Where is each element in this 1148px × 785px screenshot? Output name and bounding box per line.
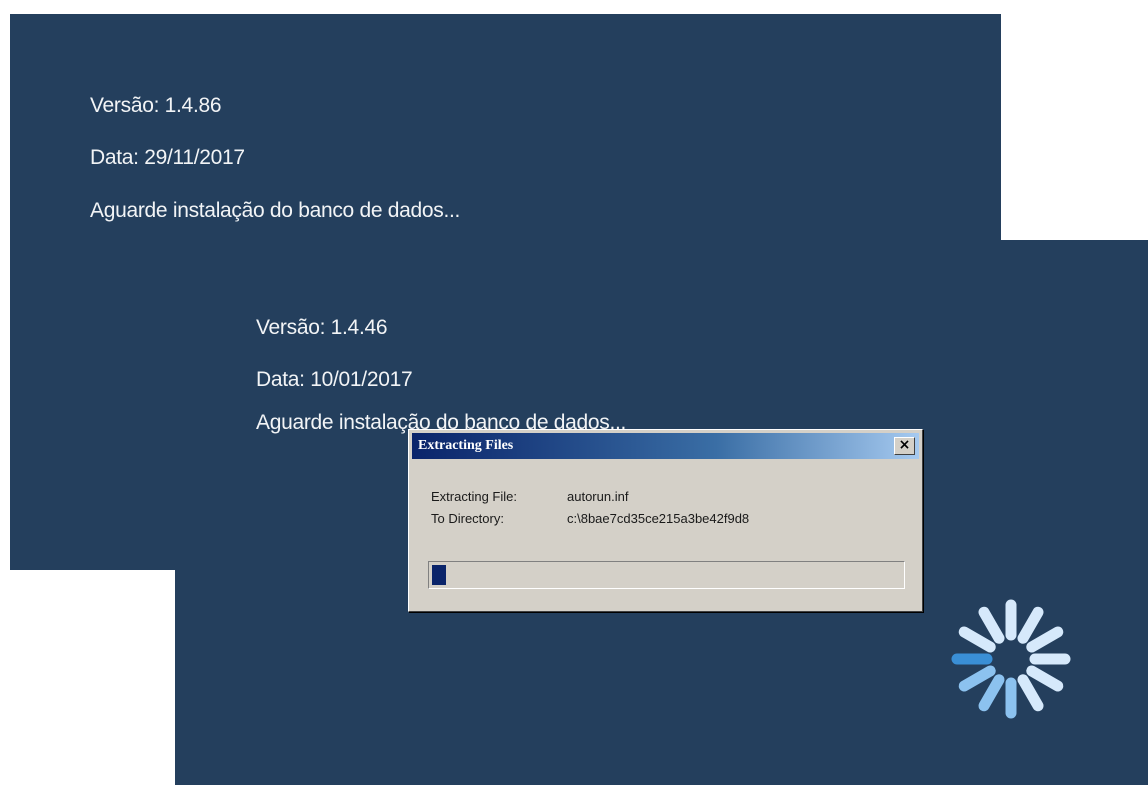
extraction-progress-bar bbox=[428, 561, 905, 589]
date-text: Data: 10/01/2017 bbox=[256, 368, 413, 391]
spinner-segment bbox=[1017, 606, 1044, 644]
spinner-segment bbox=[1017, 674, 1044, 712]
status-text: Aguarde instalação do banco de dados... bbox=[90, 199, 461, 222]
date-text: Data: 29/11/2017 bbox=[90, 146, 245, 169]
spinner-segment bbox=[978, 674, 1005, 712]
extracting-file-label: Extracting File: bbox=[431, 489, 517, 504]
spinner-segment bbox=[978, 606, 1005, 644]
version-text: Versão: 1.4.86 bbox=[90, 94, 222, 117]
spinner-segment bbox=[958, 626, 996, 653]
extracting-file-value: autorun.inf bbox=[567, 489, 629, 504]
progress-fill bbox=[432, 565, 446, 585]
extracting-files-dialog: Extracting Files × Extracting File: auto… bbox=[408, 429, 923, 612]
close-button[interactable]: × bbox=[894, 437, 915, 455]
to-directory-label: To Directory: bbox=[431, 511, 504, 526]
dialog-titlebar[interactable]: Extracting Files × bbox=[412, 433, 919, 459]
close-icon: × bbox=[898, 437, 911, 453]
spinner-segment bbox=[1026, 626, 1064, 653]
spinner-segment bbox=[1026, 665, 1064, 692]
spinner-segment bbox=[958, 665, 996, 692]
to-directory-value: c:\8bae7cd35ce215a3be42f9d8 bbox=[567, 511, 750, 526]
version-text: Versão: 1.4.46 bbox=[256, 316, 388, 339]
dialog-title: Extracting Files bbox=[418, 438, 514, 453]
loading-spinner-icon bbox=[951, 599, 1071, 719]
